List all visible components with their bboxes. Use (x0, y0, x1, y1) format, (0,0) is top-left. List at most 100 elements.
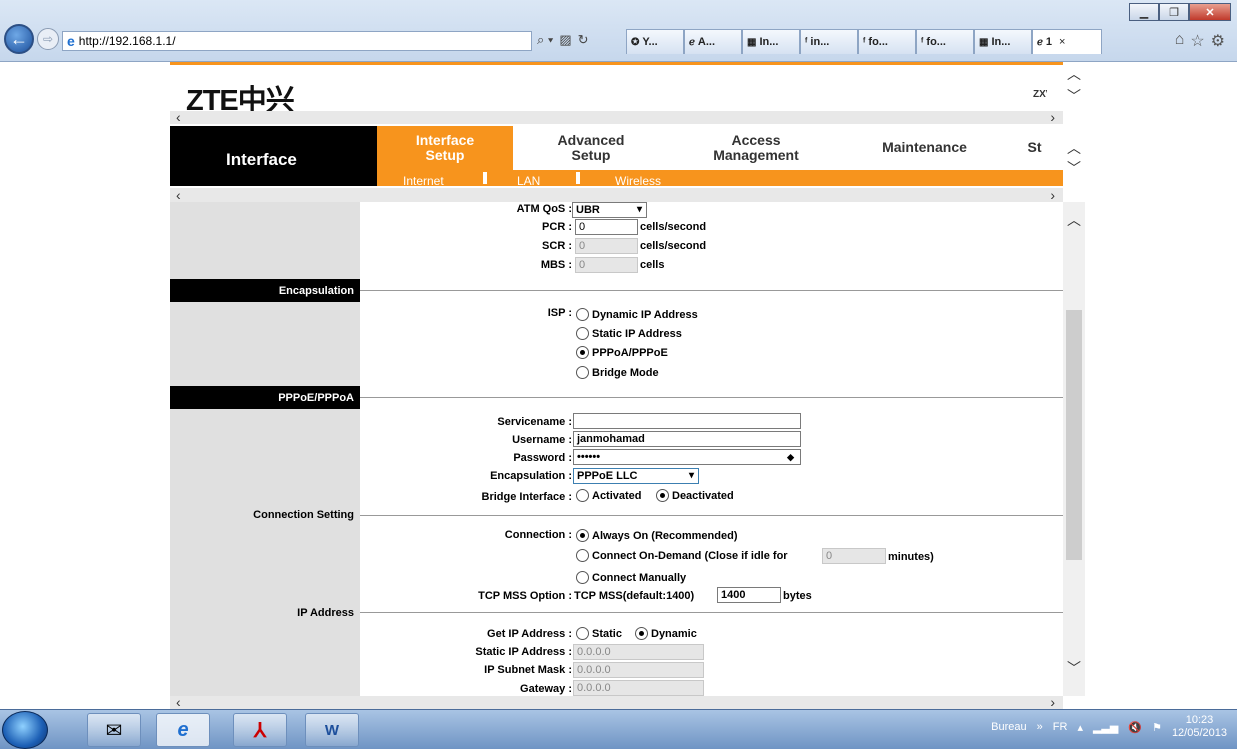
gear-icon[interactable]: ⚙ (1211, 31, 1225, 51)
desktop-toolbar-label[interactable]: Bureau (991, 721, 1026, 733)
chevron-up-icon[interactable]: ︿ (1063, 141, 1085, 155)
nav-tab[interactable]: Advanced Setup (513, 126, 669, 170)
isp-radio[interactable] (576, 366, 589, 379)
browser-tab[interactable]: ▦ In... (742, 29, 800, 54)
get-ip-label: Get IP Address : (487, 628, 572, 640)
browser-tab[interactable]: ᶠ fo... (916, 29, 974, 54)
taskbar-ie[interactable]: e (156, 713, 210, 747)
browser-tab[interactable]: ᶠ in... (800, 29, 858, 54)
bridge-activated-option[interactable]: Activated (576, 489, 642, 502)
taskbar-word[interactable]: W (305, 713, 359, 747)
chevron-right-icon[interactable]: › (1050, 110, 1055, 124)
ip-dynamic-radio[interactable] (635, 627, 648, 640)
taskbar-acrobat[interactable]: ⅄ (233, 713, 287, 747)
isp-option[interactable]: PPPoA/PPPoE (576, 346, 668, 359)
always-on-radio[interactable] (576, 529, 589, 542)
bridge-activated-radio[interactable] (576, 489, 589, 502)
pcr-input[interactable]: 0 (575, 219, 638, 235)
isp-radio[interactable] (576, 327, 589, 340)
atm-qos-select[interactable]: UBR ▾ (572, 202, 647, 218)
scrollbar-thumb[interactable] (1066, 310, 1082, 560)
browser-tab[interactable]: ▦ In... (974, 29, 1032, 54)
logo-frame-hscroll[interactable]: ‹ › (170, 110, 1063, 124)
nav-section-title: Interface (170, 126, 377, 186)
reveal-password-icon[interactable]: ◆ (787, 450, 794, 464)
connect-manually-option[interactable]: Connect Manually (576, 571, 686, 584)
clock[interactable]: 10:23 12/05/2013 (1172, 714, 1227, 740)
subnav-item[interactable]: Wireless (615, 174, 661, 186)
chevron-right-icon[interactable]: › (1050, 188, 1055, 202)
browser-tab[interactable]: ᶠ fo... (858, 29, 916, 54)
maximize-button[interactable]: ❐ (1159, 3, 1189, 21)
password-input[interactable]: •••••• ◆ (573, 449, 801, 465)
home-icon[interactable]: ⌂ (1175, 31, 1185, 51)
forward-button[interactable]: ⇨ (37, 28, 59, 50)
back-button[interactable]: ← (4, 24, 34, 54)
content-hscroll[interactable]: ‹ › (170, 695, 1063, 709)
address-bar[interactable]: e http://192.168.1.1/ (62, 31, 532, 51)
always-on-option[interactable]: Always On (Recommended) (576, 529, 737, 542)
chevron-up-icon[interactable]: ︿ (1063, 213, 1085, 227)
close-button[interactable]: ✕ (1189, 3, 1231, 21)
browser-tab[interactable]: ℯ A... (684, 29, 742, 54)
logo-frame-vscroll[interactable]: ︿ ﹀ (1063, 62, 1085, 126)
tray-expand-icon[interactable]: ▴ (1077, 721, 1083, 734)
compat-icon[interactable]: ▨ (559, 32, 571, 48)
nav-tab[interactable]: Access Management (669, 126, 843, 170)
isp-radio[interactable] (576, 308, 589, 321)
search-icon[interactable]: ⌕ ▾ (537, 32, 553, 48)
ip-dynamic-option[interactable]: Dynamic (635, 627, 697, 640)
tcp-mss-input[interactable]: 1400 (717, 587, 781, 603)
nav-frame-hscroll[interactable]: ‹ › (170, 188, 1063, 202)
ip-static-option[interactable]: Static (576, 627, 622, 640)
volume-muted-icon[interactable]: 🔇 (1128, 721, 1142, 734)
isp-radio[interactable] (576, 346, 589, 359)
start-button[interactable] (2, 711, 48, 749)
minimize-button[interactable]: ▁ (1129, 3, 1159, 21)
nav-tab[interactable]: Maintenance (843, 126, 1006, 170)
chevron-left-icon[interactable]: ‹ (176, 110, 181, 124)
nav-tab-label: Advanced (557, 132, 625, 148)
isp-option[interactable]: Bridge Mode (576, 366, 659, 379)
ip-static-radio[interactable] (576, 627, 589, 640)
browser-tab-label: In... (759, 36, 779, 48)
bridge-deactivated-radio[interactable] (656, 489, 669, 502)
username-label: Username : (512, 434, 572, 446)
servicename-input[interactable] (573, 413, 801, 429)
browser-tab-label: fo... (868, 36, 888, 48)
close-tab-icon[interactable]: × (1059, 36, 1065, 48)
isp-option[interactable]: Dynamic IP Address (576, 308, 698, 321)
chevron-up-icon[interactable]: ︿ (1063, 67, 1085, 81)
servicename-label: Servicename : (497, 416, 572, 428)
chevron-down-icon[interactable]: ﹀ (1067, 661, 1081, 675)
browser-tab[interactable]: ✪ Y... (626, 29, 684, 54)
favorites-star-icon[interactable]: ☆ (1190, 31, 1204, 51)
chevron-left-icon[interactable]: ‹ (176, 188, 181, 202)
subnav-item[interactable]: LAN (517, 174, 540, 186)
language-indicator[interactable]: FR (1053, 721, 1068, 733)
chevron-right-icon[interactable]: › (1050, 695, 1055, 709)
username-input[interactable]: janmohamad (573, 431, 801, 447)
nav-frame-vscroll[interactable]: ︿ ﹀ (1063, 126, 1085, 188)
chevron-left-icon[interactable]: ‹ (176, 695, 181, 709)
on-demand-option[interactable]: Connect On-Demand (Close if idle for (576, 549, 788, 562)
on-demand-radio[interactable] (576, 549, 589, 562)
nav-tab[interactable]: St (1006, 126, 1063, 170)
chevron-right-double-icon[interactable]: » (1037, 721, 1043, 733)
chevron-down-icon[interactable]: ﹀ (1063, 89, 1085, 103)
flag-icon[interactable]: ⚑ (1152, 721, 1162, 734)
nav-tab[interactable]: Interface Setup (377, 126, 513, 170)
browser-tab[interactable]: ℯ 1 × (1032, 29, 1102, 54)
browser-tab-label: 1 (1045, 36, 1053, 48)
refresh-icon[interactable]: ↻ (578, 32, 589, 48)
window-controls: ▁ ❐ ✕ (1129, 3, 1231, 21)
subnav-item[interactable]: Internet (403, 174, 444, 186)
divider (360, 515, 1063, 516)
network-icon[interactable]: ▂▃▅ (1093, 721, 1118, 734)
taskbar-outlook[interactable]: ✉ (87, 713, 141, 747)
chevron-down-icon[interactable]: ﹀ (1063, 161, 1085, 175)
isp-option[interactable]: Static IP Address (576, 327, 682, 340)
connect-manually-radio[interactable] (576, 571, 589, 584)
bridge-deactivated-option[interactable]: Deactivated (656, 489, 734, 502)
encapsulation-type-select[interactable]: PPPoE LLC ▾ (573, 468, 699, 484)
